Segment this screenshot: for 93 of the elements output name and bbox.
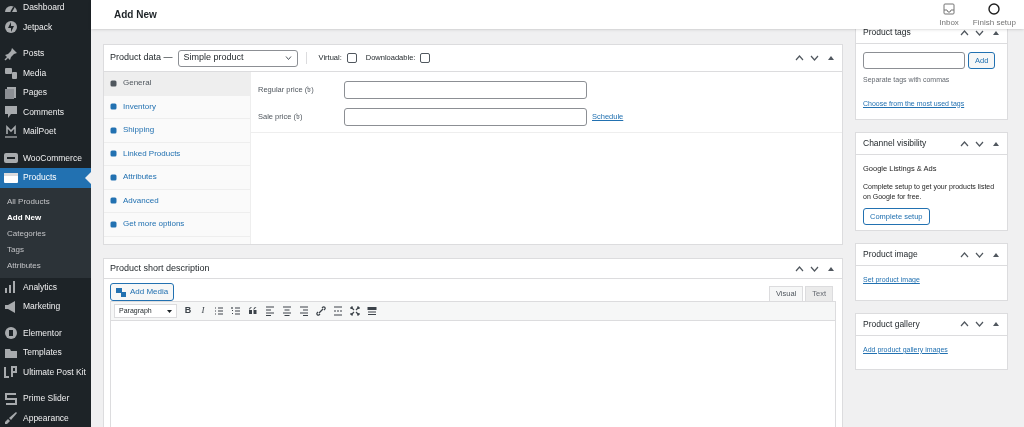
circle-icon xyxy=(4,20,18,35)
chevron-up-icon[interactable] xyxy=(960,321,969,328)
triangle-icon[interactable] xyxy=(993,30,999,35)
box-icon xyxy=(4,170,18,185)
chevron-up-icon[interactable] xyxy=(795,265,804,272)
page-title: Add New xyxy=(114,8,157,22)
price-input[interactable] xyxy=(344,107,587,126)
bar-chart-icon xyxy=(4,280,18,295)
sidebar-item[interactable]: Media xyxy=(0,63,91,83)
letter-m-icon xyxy=(4,124,18,139)
sidebar-item[interactable]: Appearance xyxy=(0,408,91,427)
chevron-down-icon[interactable] xyxy=(975,251,984,258)
triangle-icon[interactable] xyxy=(993,141,999,146)
align-center-icon[interactable] xyxy=(282,306,292,316)
checkbox[interactable] xyxy=(346,53,357,63)
product-data-tab[interactable]: Linked Products xyxy=(104,142,250,166)
megaphone-icon xyxy=(4,299,18,314)
bubble-logo-icon xyxy=(4,151,18,166)
logo-mark-icon xyxy=(4,365,18,380)
header-action[interactable]: Finish setup xyxy=(972,0,1016,29)
sidebar-item[interactable]: Ultimate Post Kit xyxy=(0,362,91,382)
chevron-up-icon[interactable] xyxy=(960,140,969,147)
product-data-tab[interactable]: Shipping xyxy=(104,119,250,143)
sidebar-item[interactable]: Marketing xyxy=(0,297,91,317)
submenu-item[interactable]: All Products xyxy=(0,193,91,210)
sidebar-item[interactable]: Elementor xyxy=(0,323,91,343)
sidebar-item[interactable]: MailPoet xyxy=(0,122,91,142)
submenu-item[interactable]: Categories xyxy=(0,225,91,242)
circle-icon xyxy=(988,3,1001,15)
media-icon xyxy=(116,287,126,297)
product-data-tab[interactable]: Advanced xyxy=(104,189,250,213)
align-left-icon[interactable] xyxy=(265,306,275,316)
triangle-icon[interactable] xyxy=(828,56,834,60)
panel-title: Product tags xyxy=(863,26,911,39)
read-more-icon[interactable] xyxy=(333,306,343,316)
numbered-list-icon[interactable] xyxy=(231,306,241,316)
caret-icon xyxy=(167,309,172,313)
sidebar-item[interactable]: Pages xyxy=(0,83,91,103)
checkbox[interactable] xyxy=(420,53,431,63)
sidebar-item[interactable]: Comments xyxy=(0,102,91,122)
chevron-down-icon[interactable] xyxy=(975,29,984,36)
quote-icon[interactable] xyxy=(248,306,258,316)
bullet-list-icon[interactable] xyxy=(214,306,224,316)
panel-title: Product gallery xyxy=(863,317,920,331)
panel-title: Product image xyxy=(863,248,918,262)
chevron-down-icon[interactable] xyxy=(975,140,984,147)
panel-title: Product short description xyxy=(110,261,210,275)
bold-button[interactable]: B xyxy=(184,304,192,318)
product-data-tab[interactable]: Attributes xyxy=(104,166,250,190)
s-shape-icon xyxy=(4,391,18,406)
triangle-icon[interactable] xyxy=(993,322,999,327)
product-data-tab[interactable]: Get more options xyxy=(104,213,250,237)
speech-bubble-icon xyxy=(4,105,18,120)
panel-title: Channel visibility xyxy=(863,137,927,150)
sidebar-item[interactable]: Templates xyxy=(0,343,91,363)
sidebar-item[interactable]: Dashboard xyxy=(0,0,91,18)
add-media-button[interactable]: Add Media xyxy=(110,283,175,301)
triangle-icon[interactable] xyxy=(828,266,834,271)
chevron-up-icon[interactable] xyxy=(960,251,969,258)
brush-icon xyxy=(4,411,18,426)
align-right-icon[interactable] xyxy=(299,306,309,316)
header-action[interactable]: Inbox xyxy=(939,0,959,29)
sidebar-item[interactable]: Analytics xyxy=(0,277,91,297)
pointer-triangle-icon xyxy=(85,172,91,184)
chevron-up-icon[interactable] xyxy=(795,55,804,61)
toolbar-toggle-icon[interactable] xyxy=(367,306,377,316)
chevron-down-icon[interactable] xyxy=(810,55,819,61)
submenu-item[interactable]: Tags xyxy=(0,241,91,258)
sidebar-item[interactable]: Posts xyxy=(0,44,91,64)
submenu-item[interactable]: Add New xyxy=(0,209,91,226)
sidebar-item[interactable]: Products xyxy=(0,168,91,188)
product-data-tab[interactable]: General xyxy=(104,72,250,96)
panel-title: Product data — xyxy=(110,51,173,65)
sidebar-item[interactable]: WooCommerce xyxy=(0,148,91,168)
pages-icon xyxy=(4,85,18,100)
submenu-item[interactable]: Attributes xyxy=(0,257,91,274)
triangle-icon[interactable] xyxy=(993,252,999,257)
chevron-up-icon[interactable] xyxy=(960,29,969,36)
pin-icon xyxy=(4,46,18,61)
italic-button[interactable]: I xyxy=(199,304,207,318)
chevron-down-icon[interactable] xyxy=(975,321,984,328)
caret-icon xyxy=(284,56,292,60)
price-input[interactable] xyxy=(344,80,587,99)
tag-input[interactable] xyxy=(863,52,965,69)
chevron-down-icon[interactable] xyxy=(810,265,819,272)
media-icon xyxy=(4,66,18,81)
product-type-select[interactable]: Simple product xyxy=(177,49,298,67)
inbox-icon xyxy=(943,3,956,15)
sidebar-item[interactable]: Jetpack xyxy=(0,17,91,37)
sidebar-item[interactable]: Prime Slider xyxy=(0,389,91,409)
fullscreen-icon[interactable] xyxy=(350,306,360,316)
circle-logo-icon xyxy=(4,326,18,341)
product-data-tab[interactable]: Inventory xyxy=(104,95,250,119)
